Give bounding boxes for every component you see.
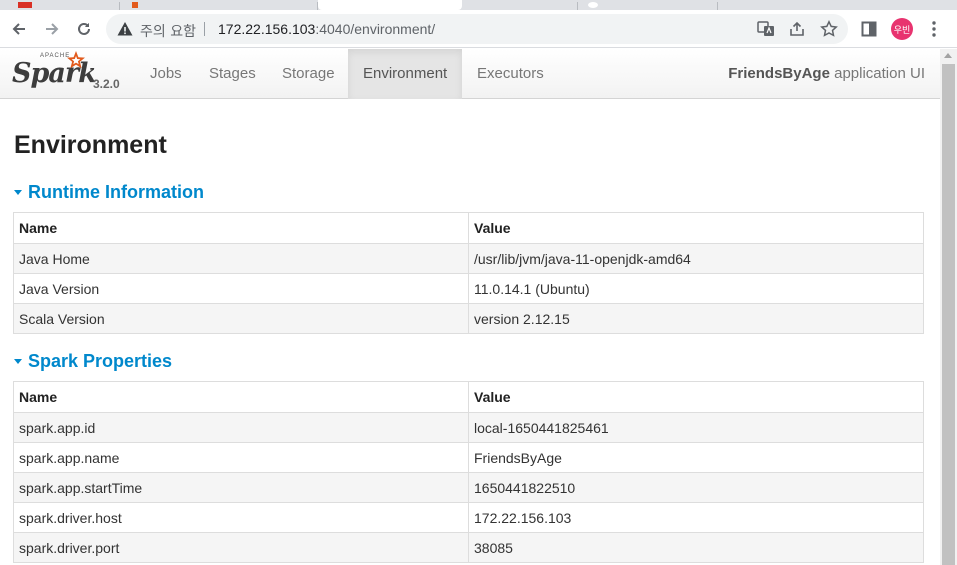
property-value: 172.22.156.103 xyxy=(468,502,924,533)
table-row: spark.driver.host 172.22.156.103 xyxy=(13,502,924,533)
nav-stages[interactable]: Stages xyxy=(194,49,271,99)
warning-icon[interactable] xyxy=(116,20,134,38)
address-bar[interactable]: 주의 요함 172.22.156.103:4040/environment/ xyxy=(106,14,848,44)
table-row: spark.app.name FriendsByAge xyxy=(13,442,924,473)
browser-tab[interactable] xyxy=(0,2,120,10)
share-icon[interactable] xyxy=(787,19,807,39)
kebab-menu-icon[interactable] xyxy=(923,18,945,40)
forward-icon[interactable] xyxy=(39,16,65,42)
table-row: spark.driver.port 38085 xyxy=(13,532,924,563)
runtime-information-table: Name Value Java Home /usr/lib/jvm/java-1… xyxy=(13,212,924,334)
section-heading: Runtime Information xyxy=(28,182,204,202)
property-name: spark.app.startTime xyxy=(13,472,469,503)
property-name: spark.driver.port xyxy=(13,532,469,563)
spark-star-icon xyxy=(67,51,85,69)
nav-storage[interactable]: Storage xyxy=(267,49,350,99)
table-row: Java Home /usr/lib/jvm/java-11-openjdk-a… xyxy=(13,243,924,274)
application-name: FriendsByAge xyxy=(728,65,830,82)
spark-properties-toggle[interactable]: Spark Properties xyxy=(14,351,172,372)
section-heading: Spark Properties xyxy=(28,351,173,371)
browser-tab[interactable] xyxy=(462,2,578,10)
side-panel-icon[interactable] xyxy=(858,18,880,40)
table-row: spark.app.startTime 1650441822510 xyxy=(13,472,924,503)
star-icon[interactable] xyxy=(819,19,839,39)
url-text[interactable]: 172.22.156.103:4040/environment/ xyxy=(218,21,435,37)
column-header-name[interactable]: Name xyxy=(13,212,469,244)
browser-toolbar: 주의 요함 172.22.156.103:4040/environment/ 우… xyxy=(0,10,957,48)
scrollbar-thumb[interactable] xyxy=(942,64,955,565)
table-header-row: Name Value xyxy=(13,381,924,413)
browser-tab[interactable] xyxy=(120,2,318,10)
collapse-caret-icon xyxy=(14,190,22,195)
property-name: spark.app.id xyxy=(13,412,469,443)
spark-properties-table: Name Value spark.app.id local-1650441825… xyxy=(13,381,924,563)
table-row: Scala Version version 2.12.15 xyxy=(13,303,924,334)
property-name: Java Version xyxy=(13,273,469,304)
tab-favicon-icon xyxy=(588,2,598,8)
spark-logo[interactable]: APACHE Spark 3.2.0 xyxy=(10,51,130,96)
reload-icon[interactable] xyxy=(71,16,97,42)
table-row: Java Version 11.0.14.1 (Ubuntu) xyxy=(13,273,924,304)
application-suffix: application UI xyxy=(829,65,925,82)
nav-environment[interactable]: Environment xyxy=(348,49,462,99)
url-path: :4040/environment/ xyxy=(315,21,436,37)
back-icon[interactable] xyxy=(6,16,32,42)
column-header-value[interactable]: Value xyxy=(468,381,924,413)
scroll-up-arrow-icon[interactable] xyxy=(944,53,952,58)
browser-tab-strip xyxy=(0,0,957,10)
application-title: FriendsByAge application UI xyxy=(728,49,925,99)
table-header-row: Name Value xyxy=(13,212,924,244)
property-name: Scala Version xyxy=(13,303,469,334)
browser-tab[interactable] xyxy=(578,2,718,10)
spark-version: 3.2.0 xyxy=(93,77,120,91)
omnibox-divider xyxy=(204,22,205,36)
property-value: version 2.12.15 xyxy=(468,303,924,334)
table-row: spark.app.id local-1650441825461 xyxy=(13,412,924,443)
property-value: FriendsByAge xyxy=(468,442,924,473)
tab-favicon-icon xyxy=(132,2,138,8)
page-title: Environment xyxy=(14,131,167,159)
tab-favicon-icon xyxy=(18,2,32,8)
property-value: 38085 xyxy=(468,532,924,563)
nav-jobs[interactable]: Jobs xyxy=(135,49,197,99)
property-name: spark.driver.host xyxy=(13,502,469,533)
property-name: Java Home xyxy=(13,243,469,274)
property-name: spark.app.name xyxy=(13,442,469,473)
column-header-name[interactable]: Name xyxy=(13,381,469,413)
url-host: 172.22.156.103 xyxy=(218,21,316,37)
collapse-caret-icon xyxy=(14,359,22,364)
property-value: /usr/lib/jvm/java-11-openjdk-amd64 xyxy=(468,243,924,274)
spark-navbar: APACHE Spark 3.2.0 Jobs Stages Storage E… xyxy=(0,49,940,99)
browser-tab-active[interactable] xyxy=(318,0,462,10)
nav-executors[interactable]: Executors xyxy=(462,49,559,99)
translate-icon[interactable] xyxy=(756,19,776,39)
runtime-information-toggle[interactable]: Runtime Information xyxy=(14,182,204,203)
profile-avatar[interactable]: 우빈 xyxy=(891,18,913,40)
column-header-value[interactable]: Value xyxy=(468,212,924,244)
property-value: 11.0.14.1 (Ubuntu) xyxy=(468,273,924,304)
property-value: 1650441822510 xyxy=(468,472,924,503)
security-status-label[interactable]: 주의 요함 xyxy=(140,21,196,41)
property-value: local-1650441825461 xyxy=(468,412,924,443)
